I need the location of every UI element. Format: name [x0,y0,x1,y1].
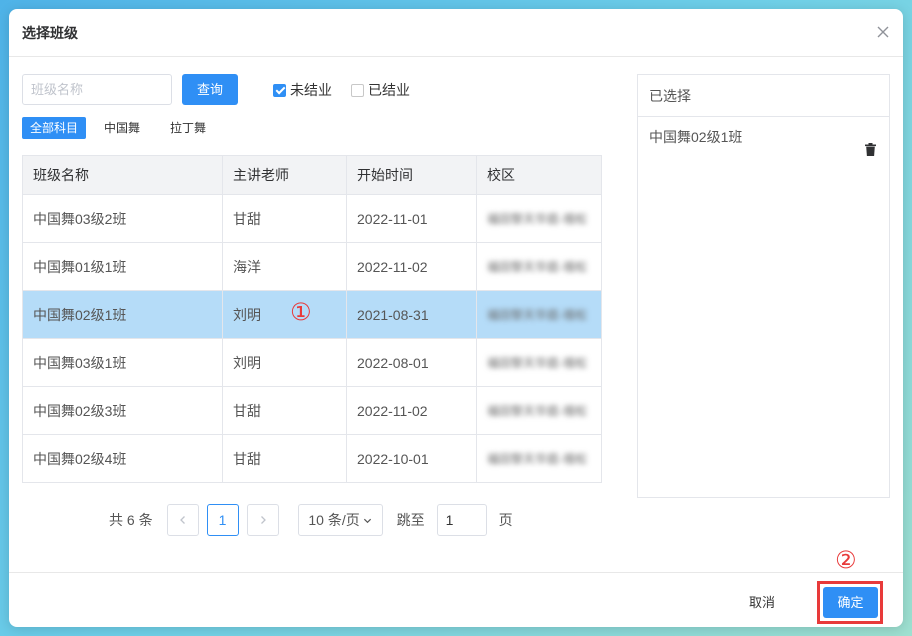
cell-campus: 福田黎天华庭-禧松 [476,338,602,387]
finished-checkbox[interactable]: 已结业 [351,80,410,100]
tab-latin-dance[interactable]: 拉丁舞 [162,117,214,139]
col-header-teacher: 主讲老师 [222,155,347,195]
trash-icon[interactable] [865,131,876,156]
cell-class-name: 中国舞02级3班 [22,386,223,435]
dialog-header: 选择班级 [9,9,903,57]
cell-campus: 福田黎天华庭-禧松 [476,194,602,243]
tab-all-subjects[interactable]: 全部科目 [22,117,87,139]
cell-campus: 福田黎天华庭-禧松 [476,434,602,483]
cell-campus: 福田黎天华庭-禧松 [476,290,602,339]
chevron-left-icon [179,516,185,524]
query-button[interactable]: 查询 [182,74,238,105]
tab-chinese-dance[interactable]: 中国舞 [96,117,148,139]
campus-text-blurred: 福田黎天华庭-禧松 [487,451,587,466]
next-page-button[interactable] [246,504,279,536]
table-row-selected[interactable]: 中国舞02级1班 刘明 2021-08-31 福田黎天华庭-禧松 [22,290,602,339]
cell-start-time: 2022-11-02 [346,386,477,435]
campus-text-blurred: 福田黎天华庭-禧松 [487,307,587,322]
table-row[interactable]: 中国舞01级1班 海洋 2022-11-02 福田黎天华庭-禧松 [22,242,602,291]
cell-teacher: 甘甜 [222,194,347,243]
cell-teacher: 甘甜 [222,386,347,435]
chevron-down-icon [363,518,371,523]
checkbox-checked-icon[interactable] [273,83,286,97]
class-table: 班级名称 主讲老师 开始时间 校区 中国舞03级2班 甘甜 2022-11-01… [22,155,602,483]
page-1-button[interactable]: 1 [206,504,239,536]
table-row[interactable]: 中国舞03级1班 刘明 2022-08-01 福田黎天华庭-禧松 [22,338,602,387]
goto-label: 跳至 [396,512,425,528]
campus-text-blurred: 福田黎天华庭-禧松 [487,403,587,418]
campus-text-blurred: 福田黎天华庭-禧松 [487,259,587,274]
table-row[interactable]: 中国舞02级3班 甘甜 2022-11-02 福田黎天华庭-禧松 [22,386,602,435]
goto-page-input[interactable] [436,504,487,536]
cell-class-name: 中国舞02级4班 [22,434,223,483]
cell-start-time: 2022-10-01 [346,434,477,483]
cell-class-name: 中国舞03级2班 [22,194,223,243]
col-header-start-time: 开始时间 [346,155,477,195]
selected-item-label: 中国舞02级1班 [649,129,743,145]
campus-text-blurred: 福田黎天华庭-禧松 [487,355,587,370]
table-row[interactable]: 中国舞02级4班 甘甜 2022-10-01 福田黎天华庭-禧松 [22,434,602,483]
campus-text-blurred: 福田黎天华庭-禧松 [487,211,587,226]
cell-class-name: 中国舞03级1班 [22,338,223,387]
col-header-class-name: 班级名称 [22,155,223,195]
select-class-dialog: 选择班级 查询 未结业 已结业 全部科目 中国舞 拉丁舞 班级名称 主讲老师 开… [9,9,903,627]
confirm-button[interactable]: 确定 [823,587,878,618]
selected-panel-title: 已选择 [638,75,889,117]
cell-teacher: 甘甜 [222,434,347,483]
cell-teacher: 刘明 [222,290,347,339]
subject-tabs: 全部科目 中国舞 拉丁舞 [22,117,214,139]
step2-marker: ② [835,547,857,574]
total-count: 共 6 条 [109,512,153,528]
dialog-title: 选择班级 [22,25,78,41]
chevron-right-icon [260,516,266,524]
unfinished-checkbox[interactable]: 未结业 [273,80,332,100]
class-name-search-input[interactable] [22,74,172,105]
cell-class-name: 中国舞02级1班 [22,290,223,339]
col-header-campus: 校区 [476,155,602,195]
table-header-row: 班级名称 主讲老师 开始时间 校区 [22,155,602,195]
dialog-footer: 取消 确定 ② [9,547,903,627]
selected-panel: 已选择 中国舞02级1班 [637,74,890,498]
cell-teacher: 刘明 [222,338,347,387]
checkbox-unchecked-icon[interactable] [351,83,364,97]
page-size-value: 10 条/页 [308,512,360,528]
prev-page-button[interactable] [166,504,199,536]
close-icon[interactable] [875,24,891,40]
page-unit-label: 页 [498,512,513,528]
page-size-select[interactable]: 10 条/页 [297,504,383,536]
table-row[interactable]: 中国舞03级2班 甘甜 2022-11-01 福田黎天华庭-禧松 [22,194,602,243]
cell-start-time: 2022-11-02 [346,242,477,291]
step1-marker: ① [290,299,312,326]
selected-item: 中国舞02级1班 [638,117,889,157]
cancel-button[interactable]: 取消 [749,592,775,611]
pagination: 共 6 条 1 10 条/页 跳至 页 [109,504,513,536]
finished-label: 已结业 [368,82,410,98]
cell-class-name: 中国舞01级1班 [22,242,223,291]
cell-campus: 福田黎天华庭-禧松 [476,386,602,435]
cell-teacher: 海洋 [222,242,347,291]
cell-campus: 福田黎天华庭-禧松 [476,242,602,291]
cell-start-time: 2021-08-31 [346,290,477,339]
cell-start-time: 2022-11-01 [346,194,477,243]
unfinished-label: 未结业 [290,82,332,98]
cell-start-time: 2022-08-01 [346,338,477,387]
